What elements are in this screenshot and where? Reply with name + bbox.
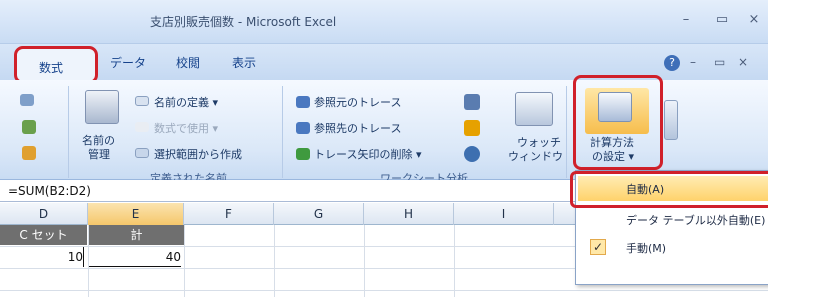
gridline <box>274 225 275 297</box>
ribbon-restore-button[interactable]: ▭ <box>714 55 725 69</box>
tab-review[interactable]: 校閲 <box>176 54 200 71</box>
formula-text[interactable]: =SUM(B2:D2) <box>8 184 91 198</box>
window-title: 支店別販売個数 - Microsoft Excel <box>150 15 337 29</box>
column-header-e[interactable]: E <box>88 203 184 225</box>
column-header-f[interactable]: F <box>184 203 274 225</box>
trace-dependents-button[interactable]: 参照先のトレース <box>314 120 401 136</box>
trace-precedents-button[interactable]: 参照元のトレース <box>314 94 401 110</box>
gridline <box>0 290 768 291</box>
define-name-icon <box>135 96 149 106</box>
tab-formulas[interactable]: 数式 <box>14 46 98 84</box>
calculation-options-highlight <box>573 75 663 170</box>
create-from-selection-icon <box>135 148 149 158</box>
minimize-button[interactable]: – <box>676 12 696 28</box>
use-in-formula-icon <box>135 122 149 132</box>
use-in-formula-button[interactable]: 数式で使用 ▾ <box>154 120 218 136</box>
cell-e1[interactable]: 計 <box>89 225 184 245</box>
tab-view[interactable]: 表示 <box>232 54 256 71</box>
check-icon: ✓ <box>590 239 606 255</box>
column-header-g[interactable]: G <box>274 203 364 225</box>
column-header-d[interactable]: D <box>0 203 88 225</box>
cell-d2[interactable]: 10 <box>0 247 84 267</box>
tab-data[interactable]: データ <box>110 54 146 71</box>
menu-item-automatic[interactable]: 自動(A) <box>626 181 664 197</box>
more-functions-icon[interactable] <box>22 146 36 160</box>
ribbon-close-button[interactable]: × <box>738 55 748 69</box>
error-checking-icon[interactable] <box>464 120 480 136</box>
close-button[interactable]: × <box>744 12 764 28</box>
tab-formulas-label: 数式 <box>39 61 64 75</box>
function-library-icon[interactable] <box>20 94 34 106</box>
page-margin <box>768 0 829 297</box>
cell-d1[interactable]: C セット <box>0 225 87 245</box>
define-name-button[interactable]: 名前の定義 ▾ <box>154 94 218 110</box>
maximize-button[interactable]: ▭ <box>712 12 732 28</box>
group-separator <box>566 86 567 178</box>
cell-e2[interactable]: 40 <box>89 247 181 267</box>
menu-item-automatic-except-tables[interactable]: データ テーブル以外自動(E) <box>626 212 765 228</box>
watch-window-icon[interactable] <box>515 92 553 126</box>
name-manager-label-2[interactable]: 管理 <box>88 146 110 162</box>
remove-arrows-button[interactable]: トレース矢印の削除 ▾ <box>314 146 421 162</box>
evaluate-formula-icon[interactable] <box>464 146 480 162</box>
title-bar: 支店別販売個数 - Microsoft Excel – ▭ × <box>0 0 768 44</box>
column-header-h[interactable]: H <box>364 203 454 225</box>
group-separator <box>282 86 283 178</box>
create-from-selection-button[interactable]: 選択範囲から作成 <box>154 146 242 162</box>
show-formulas-icon[interactable] <box>464 94 480 110</box>
ribbon-minimize-button[interactable]: – <box>690 55 696 69</box>
name-manager-icon[interactable] <box>85 90 119 124</box>
column-header-i[interactable]: I <box>454 203 554 225</box>
remove-arrows-icon <box>296 148 310 160</box>
trace-dependents-icon <box>296 122 310 134</box>
trace-precedents-icon <box>296 96 310 108</box>
calculate-now-icon[interactable] <box>664 100 678 140</box>
lookup-icon[interactable] <box>22 120 36 134</box>
gridline <box>184 225 185 297</box>
group-separator <box>68 86 69 178</box>
menu-item-manual[interactable]: 手動(M) <box>626 240 666 256</box>
help-icon[interactable]: ? <box>664 55 680 71</box>
gridline <box>364 225 365 297</box>
watch-window-label-2[interactable]: ウィンドウ <box>508 148 563 164</box>
gridline <box>454 225 455 297</box>
